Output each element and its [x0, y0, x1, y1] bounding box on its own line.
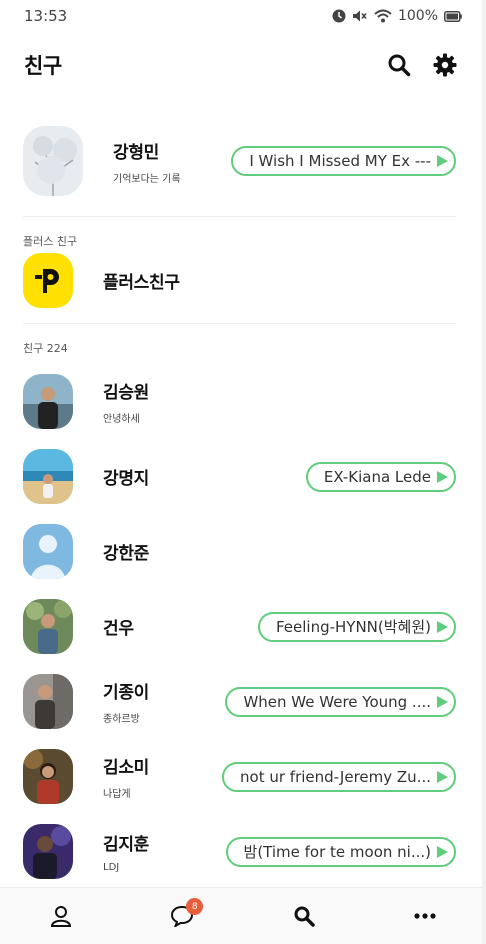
music-pill[interactable]: 밤(Time for te moon ni...): [225, 836, 456, 867]
friend-row[interactable]: 김소미 나답게 not ur friend-Jeremy Zu...: [0, 739, 486, 814]
music-title: Feeling-HYNN(박혜원): [275, 618, 431, 636]
avatar-photo-man-street: [23, 674, 73, 729]
avatar-photo-woman-autumn: [23, 749, 73, 804]
friend-status-message: 나답게: [103, 789, 131, 800]
friend-avatar: [23, 449, 73, 504]
scroll-edge: [482, 0, 486, 944]
friend-name: 강명지: [103, 469, 150, 489]
friend-text: 강명지: [103, 464, 149, 489]
wifi-icon: [374, 9, 392, 23]
battery-icon: [444, 10, 462, 22]
status-icons: 100%: [332, 8, 462, 24]
music-pill[interactable]: I Wish I Missed MY Ex ---: [231, 146, 456, 176]
friend-avatar: [23, 524, 73, 579]
music-title: EX-Kiana Lede: [323, 467, 431, 486]
search-icon: [294, 906, 315, 927]
battery-text: 100%: [397, 8, 438, 24]
friend-name: 강한준: [103, 544, 150, 564]
search-button[interactable]: [386, 52, 412, 78]
music-title: 밤(Time for te moon ni...): [243, 843, 431, 861]
tab-friends[interactable]: [31, 896, 91, 936]
plus-friend-row[interactable]: 플러스친구: [0, 249, 486, 311]
play-icon: [437, 470, 448, 483]
friends-container: 김승원 안녕하세 강명지 EX-Kiana Lede 강한준 건우 Feelin…: [0, 364, 486, 889]
friend-row[interactable]: 김지훈 LDJ 밤(Time for te moon ni...): [0, 814, 486, 889]
avatar-photo-man-greenery: [23, 599, 73, 654]
music-pill[interactable]: EX-Kiana Lede: [305, 461, 456, 492]
friend-avatar: [23, 824, 73, 879]
page-title: 친구: [24, 54, 62, 78]
plus-friend-logo-icon: [23, 252, 73, 308]
play-icon: [437, 620, 448, 633]
friend-text: 기종이 종하르방: [103, 678, 149, 725]
my-profile-row[interactable]: 강형민 기억보다는 기록 I Wish I Missed MY Ex ---: [0, 116, 486, 206]
friend-name: 건우: [103, 619, 134, 639]
avatar-photo-man-purple: [23, 824, 73, 879]
music-pill[interactable]: not ur friend-Jeremy Zu...: [222, 761, 456, 792]
play-icon: [437, 770, 448, 783]
my-name: 강형민: [113, 142, 160, 163]
my-profile-text: 강형민 기억보다는 기록: [113, 138, 181, 185]
status-time: 13:53: [24, 7, 68, 25]
friend-avatar: [23, 674, 73, 729]
default-profile-icon: [23, 524, 73, 579]
plus-section-label: 플러스 친구: [23, 235, 78, 248]
friend-status-message: 종하르방: [103, 714, 140, 725]
friends-section-label: 친구 224: [23, 342, 68, 355]
avatar-photo-snow-tree: [23, 126, 83, 196]
status-bar: 13:53 100%: [0, 0, 486, 32]
friend-text: 김소미 나답게: [103, 753, 149, 800]
avatar-photo-beach: [23, 449, 73, 504]
friend-avatar: [23, 374, 73, 429]
settings-button[interactable]: [432, 52, 458, 78]
play-icon: [437, 155, 448, 167]
do-not-disturb-icon: [332, 9, 346, 23]
friend-name: 김소미: [103, 758, 150, 778]
friend-text: 김승원 안녕하세: [103, 378, 149, 425]
tab-more[interactable]: [395, 896, 455, 936]
header: 친구: [0, 44, 486, 86]
friend-name: 김지훈: [103, 835, 150, 855]
friend-row[interactable]: 건우 Feeling-HYNN(박혜원): [0, 589, 486, 664]
search-icon: [388, 54, 411, 77]
plus-friend-name: 플러스친구: [103, 272, 180, 293]
mute-icon: [352, 10, 367, 22]
friend-status-message: 안녕하세: [103, 414, 140, 425]
friend-list: 강형민 기억보다는 기록 I Wish I Missed MY Ex --- 플…: [0, 116, 486, 889]
plus-friend-avatar: [23, 252, 73, 308]
bottom-tab-bar: 8: [0, 887, 486, 944]
friend-name: 기종이: [103, 683, 150, 703]
header-actions: [386, 52, 458, 78]
person-icon: [50, 906, 71, 927]
friend-text: 강한준: [103, 539, 149, 564]
my-avatar: [23, 126, 83, 196]
plus-friend-text: 플러스친구: [103, 268, 180, 293]
friend-status-message: LDJ: [103, 862, 120, 873]
friend-avatar: [23, 599, 73, 654]
friend-text: 김지훈 LDJ: [103, 830, 149, 873]
tab-search[interactable]: [274, 896, 334, 936]
friend-text: 건우: [103, 614, 134, 639]
music-pill[interactable]: Feeling-HYNN(박혜원): [257, 611, 456, 642]
music-title: not ur friend-Jeremy Zu...: [240, 767, 431, 786]
play-icon: [437, 845, 448, 858]
gear-icon: [433, 53, 457, 77]
friend-row[interactable]: 강명지 EX-Kiana Lede: [0, 439, 486, 514]
music-title: I Wish I Missed MY Ex ---: [249, 152, 431, 170]
music-title: When We Were Young ....: [243, 692, 431, 711]
chat-unread-badge: 8: [186, 898, 204, 915]
friend-row[interactable]: 김승원 안녕하세: [0, 364, 486, 439]
play-icon: [437, 695, 448, 708]
music-pill[interactable]: When We Were Young ....: [225, 686, 456, 717]
tab-chats[interactable]: 8: [152, 896, 212, 936]
avatar-photo-man-lake: [23, 374, 73, 429]
friend-avatar: [23, 749, 73, 804]
more-dots-icon: [414, 913, 436, 919]
friend-row[interactable]: 강한준: [0, 514, 486, 589]
friend-row[interactable]: 기종이 종하르방 When We Were Young ....: [0, 664, 486, 739]
friend-name: 김승원: [103, 383, 150, 403]
my-status-message: 기억보다는 기록: [113, 173, 181, 185]
